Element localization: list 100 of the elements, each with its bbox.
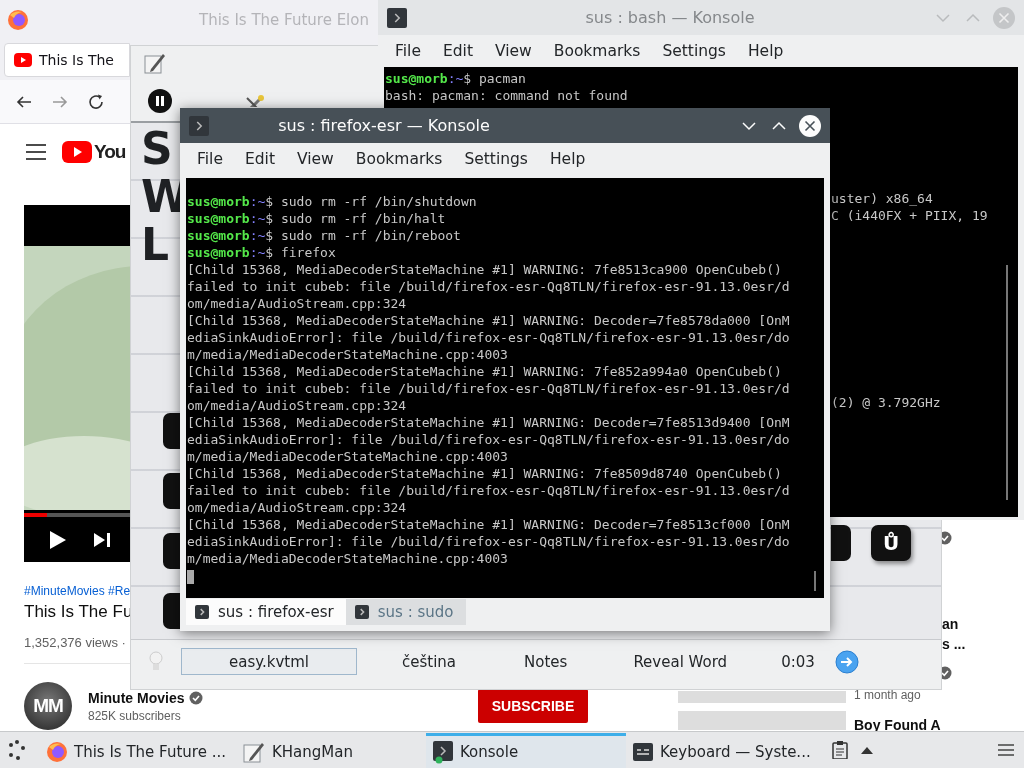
menu-item[interactable]: Bookmarks — [542, 42, 652, 60]
terminal-line: ediaSinkAudioError]: file /build/firefox-esr-Qq8TLN/firefox-esr-91.13.0esr/do — [187, 431, 790, 448]
scrollbar[interactable] — [814, 571, 816, 591]
video-title[interactable]: Boy Found A — [854, 715, 941, 735]
taskbar-button[interactable]: Konsole — [426, 732, 626, 768]
app-icon — [143, 51, 167, 75]
terminal-line: [Child 15368, MediaDecoderStateMachine #1] WARNING: Decoder=7fe8578da000 [OnM — [187, 312, 790, 329]
terminal-line: sus@morb:~$ sudo rm -rf /bin/halt — [187, 210, 446, 227]
terminal-line: failed to init cubeb: file /build/firefox-esr-Qq8TLN/firefox-esr-91.13.0esr/d — [187, 380, 790, 397]
terminal-line: om/media/AudioStream.cpp:324 — [187, 397, 407, 414]
taskbar-button[interactable]: Keyboard — Syste... — [626, 732, 826, 768]
menu-item[interactable]: Settings — [651, 42, 737, 60]
terminal-line: om/media/AudioStream.cpp:324 — [187, 499, 407, 516]
menu-item[interactable]: Help — [736, 42, 795, 60]
window-title: sus : bash — Konsole — [585, 8, 755, 27]
terminal-icon — [194, 604, 210, 620]
letter-key[interactable] — [163, 533, 181, 569]
terminal-line: m/media/MediaDecoderStateMachine.cpp:4003 — [187, 550, 508, 567]
upload-age: 1 month ago — [854, 688, 922, 702]
terminal-line: [Child 15368, MediaDecoderStateMachine #1] WARNING: Decoder=7fe8513d9400 [OnM — [187, 414, 790, 431]
terminal-line: ediaSinkAudioError]: file /build/firefox-esr-Qq8TLN/firefox-esr-91.13.0esr/do — [187, 329, 790, 346]
subscriber-count: 825K subscribers — [88, 708, 182, 723]
reload-icon[interactable] — [87, 92, 105, 111]
reveal-word-button[interactable]: Reveal Word — [633, 652, 728, 671]
menu-item[interactable]: View — [285, 150, 345, 168]
window-title: This Is The Future Elon — [199, 11, 369, 29]
video-site-logo-icon — [62, 141, 92, 163]
channel-name[interactable]: Minute Movies — [88, 689, 185, 706]
pause-icon[interactable] — [148, 89, 172, 113]
timer: 0:03 — [781, 652, 815, 671]
terminal-line: [Child 15368, MediaDecoderStateMachine #1] WARNING: 7fe852a994a0 OpenCubeb() — [187, 363, 782, 380]
taskbar-button[interactable]: KHangMan — [236, 732, 426, 768]
app-launcher-icon[interactable] — [6, 739, 28, 761]
menu-item[interactable]: Bookmarks — [344, 150, 454, 168]
terminal-line: sus@morb:~$ pacman — [385, 70, 526, 87]
terminal-line: uster) x86_64 — [831, 190, 933, 207]
file-selector[interactable]: easy.kvtml — [181, 648, 357, 675]
terminal-icon — [386, 6, 408, 29]
keyboard-settings-icon — [632, 740, 654, 763]
terminal-line: (2) @ 3.792GHz — [831, 394, 941, 411]
letter-key[interactable]: Ů — [871, 525, 911, 561]
menu-item[interactable]: File — [186, 150, 234, 168]
scrollbar[interactable] — [1006, 265, 1008, 500]
terminal-line: failed to init cubeb: file /build/firefox-esr-Qq8TLN/firefox-esr-91.13.0esr/d — [187, 482, 790, 499]
menu-item[interactable]: View — [483, 42, 543, 60]
firefox-icon — [46, 740, 68, 763]
hint-word: L — [141, 221, 170, 269]
video-thumbnail[interactable] — [678, 711, 846, 730]
video-site-icon — [14, 53, 32, 67]
logo-text: You — [94, 141, 126, 163]
terminal-line: failed to init cubeb: file /build/firefox-esr-Qq8TLN/firefox-esr-91.13.0esr/d — [187, 278, 790, 295]
window-title: sus : firefox-esr — Konsole — [278, 116, 490, 135]
firefox-icon[interactable] — [7, 9, 29, 31]
menu-item[interactable]: Settings — [453, 150, 539, 168]
terminal-line: sus@morb:~$ sudo rm -rf /bin/reboot — [187, 227, 461, 244]
letter-key[interactable] — [163, 413, 181, 449]
terminal-line: [Child 15368, MediaDecoderStateMachine #1] WARNING: Decoder=7fe8513cf000 [OnM — [187, 516, 790, 533]
video-thumbnail[interactable] — [678, 691, 846, 703]
letter-key[interactable] — [163, 593, 181, 629]
terminal-line: bash: pacman: command not found — [385, 87, 628, 104]
terminal-line: m/media/MediaDecoderStateMachine.cpp:4003 — [187, 448, 508, 465]
video-player[interactable] — [24, 205, 130, 562]
terminal-line: om/media/AudioStream.cpp:324 — [187, 295, 407, 312]
view-count: 1,352,376 views · — [24, 635, 126, 650]
play-icon[interactable] — [49, 529, 67, 550]
terminal-line: ediaSinkAudioError]: file /build/firefox-esr-Qq8TLN/firefox-esr-91.13.0esr/do — [187, 533, 790, 550]
text-cursor — [187, 570, 194, 584]
terminal-tab[interactable]: sus : firefox-esr — [186, 599, 346, 625]
terminal-line: sus@morb:~$ firefox — [187, 244, 336, 261]
notes-button[interactable]: Notes — [524, 652, 568, 671]
menu-icon[interactable] — [998, 743, 1014, 757]
video-title[interactable]: s ... — [942, 634, 966, 654]
expand-tray-icon[interactable] — [860, 745, 874, 755]
terminal-icon — [188, 114, 210, 137]
terminal-line: [Child 15368, MediaDecoderStateMachine #1] WARNING: 7fe8509d8740 OpenCubeb() — [187, 465, 782, 482]
close-icon[interactable] — [798, 113, 822, 138]
letter-key[interactable] — [831, 525, 851, 561]
menu-item[interactable]: File — [384, 42, 432, 60]
channel-avatar[interactable]: MM — [24, 682, 72, 730]
terminal-line: [Child 15368, MediaDecoderStateMachine #1] WARNING: 7fe8513ca900 OpenCubeb() — [187, 261, 782, 278]
clipboard-icon[interactable] — [832, 741, 848, 759]
subscribe-button[interactable]: SUBSCRIBE — [478, 689, 588, 723]
terminal-icon — [353, 604, 370, 620]
language-selector[interactable]: čeština — [402, 652, 457, 671]
menu-icon[interactable] — [26, 144, 46, 160]
hint-word: S — [141, 125, 173, 173]
terminal-line: sus@morb:~$ sudo rm -rf /bin/shutdown — [187, 193, 477, 210]
menu-item[interactable]: Help — [538, 150, 597, 168]
terminal-icon — [432, 739, 454, 764]
next-icon[interactable] — [93, 531, 111, 548]
browser-tab[interactable]: This Is The — [4, 43, 130, 77]
taskbar-button[interactable]: This Is The Future ... — [40, 732, 236, 768]
terminal-tab[interactable]: sus : sudo — [345, 599, 466, 625]
hashtag-links[interactable]: #MinuteMovies #Re — [24, 584, 131, 598]
menu-item[interactable]: Edit — [431, 42, 484, 60]
terminal-line: C (i440FX + PIIX, 19 — [831, 207, 988, 224]
progress-track[interactable] — [24, 513, 130, 517]
letter-key[interactable] — [163, 473, 181, 509]
video-title[interactable]: an — [942, 614, 959, 634]
menu-item[interactable]: Edit — [233, 150, 286, 168]
